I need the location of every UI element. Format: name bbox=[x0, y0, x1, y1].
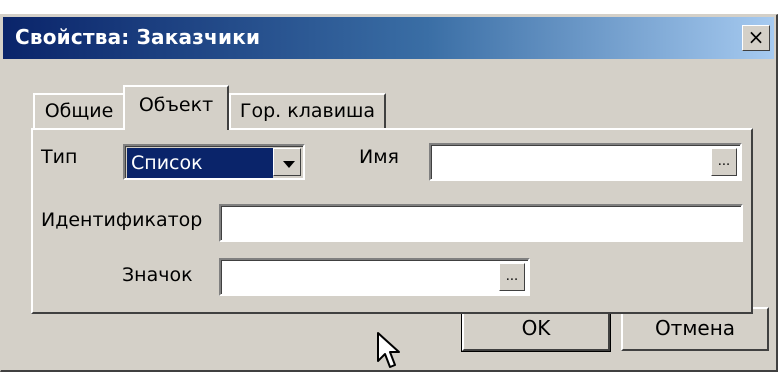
chevron-down-icon bbox=[283, 161, 295, 168]
icon-field[interactable]: ... bbox=[219, 258, 530, 296]
name-browse-button[interactable]: ... bbox=[711, 148, 737, 176]
ok-button-label: OK bbox=[521, 316, 551, 340]
id-label: Идентификатор bbox=[41, 209, 203, 231]
id-field[interactable] bbox=[219, 204, 743, 242]
window-title: Свойства: Заказчики bbox=[15, 25, 261, 49]
icon-browse-label: ... bbox=[505, 269, 519, 284]
close-icon: × bbox=[747, 25, 765, 49]
icon-label: Значок bbox=[122, 264, 193, 286]
dialog-window: Свойства: Заказчики × Общие Объект Гор. … bbox=[0, 14, 778, 372]
mouse-pointer-icon bbox=[377, 332, 400, 368]
type-select-value: Список bbox=[127, 148, 273, 178]
type-select[interactable]: Список bbox=[123, 144, 305, 180]
type-label: Тип bbox=[41, 146, 78, 168]
icon-browse-button[interactable]: ... bbox=[499, 263, 525, 291]
name-label: Имя bbox=[359, 146, 399, 168]
type-dropdown-button[interactable] bbox=[273, 148, 301, 176]
tab-object[interactable]: Объект bbox=[123, 85, 229, 130]
tab-general-label: Общие bbox=[44, 100, 114, 122]
tab-panel-object: Тип Список Имя ... Идентификатор Значок … bbox=[31, 128, 753, 314]
tab-hotkey[interactable]: Гор. клавиша bbox=[229, 93, 386, 129]
name-field[interactable]: ... bbox=[429, 143, 742, 181]
tab-general[interactable]: Общие bbox=[33, 93, 125, 129]
tab-object-label: Объект bbox=[138, 94, 214, 116]
name-browse-label: ... bbox=[717, 154, 731, 169]
close-button[interactable]: × bbox=[742, 25, 770, 51]
cancel-button-label: Отмена bbox=[654, 316, 736, 340]
tab-hotkey-label: Гор. клавиша bbox=[239, 100, 376, 122]
title-bar[interactable]: Свойства: Заказчики × bbox=[3, 17, 774, 59]
